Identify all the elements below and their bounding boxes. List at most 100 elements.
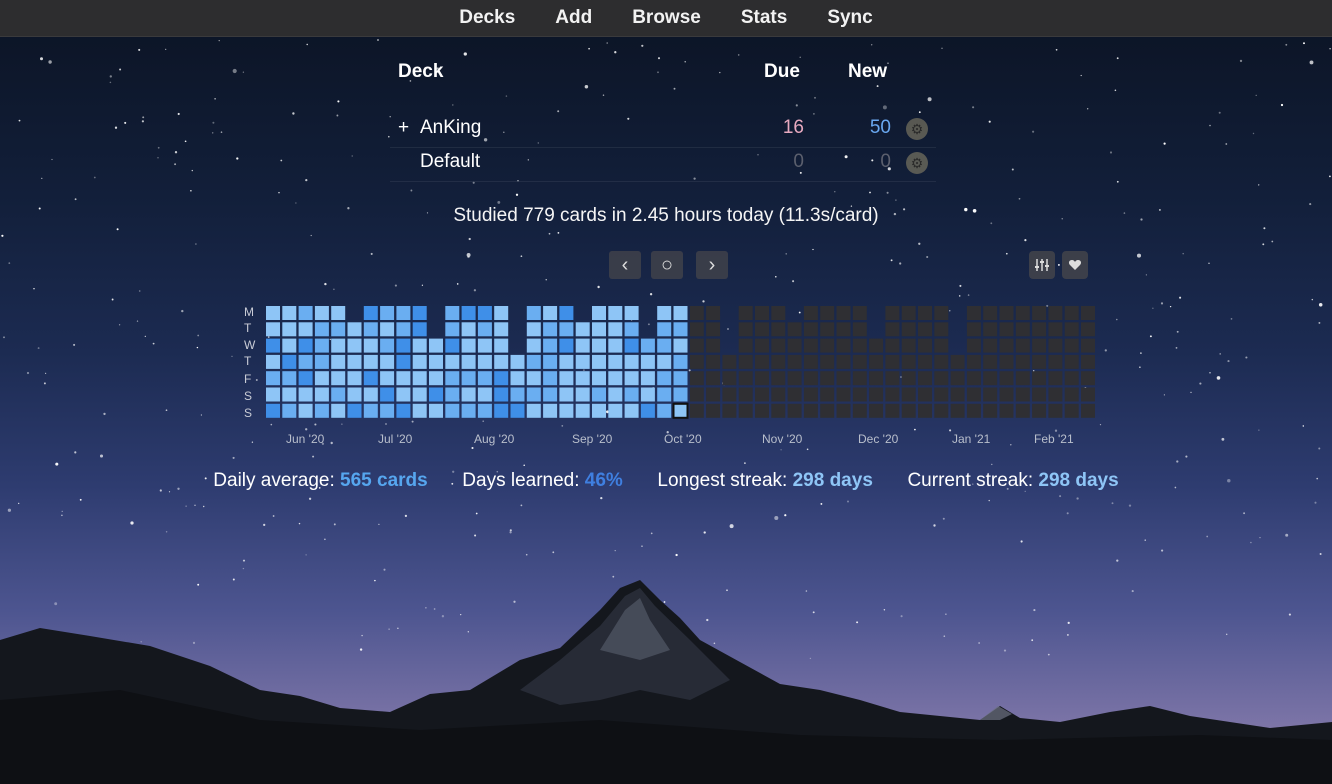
heatmap-day-future[interactable] [836,371,851,386]
heatmap-day-future[interactable] [738,322,753,337]
heatmap-day-future[interactable] [1081,403,1095,418]
heatmap-day-future[interactable] [934,403,949,418]
heatmap-day-future[interactable] [738,338,753,353]
heatmap-day-reviewed[interactable] [298,387,313,402]
heatmap-day-future[interactable] [787,354,802,369]
heatmap-day-reviewed[interactable] [575,338,590,353]
heatmap-day-future[interactable] [803,371,818,386]
heatmap-day-reviewed[interactable] [477,387,492,402]
heatmap-day-reviewed[interactable] [494,371,509,386]
heatmap-day-reviewed[interactable] [363,371,378,386]
heatmap-day-future[interactable] [787,403,802,418]
heatmap-day-future[interactable] [1064,371,1079,386]
heatmap-day-future[interactable] [706,371,721,386]
heatmap-day-reviewed[interactable] [494,338,509,353]
heatmap-day-reviewed[interactable] [526,322,541,337]
heatmap-day-reviewed[interactable] [396,338,411,353]
heatmap-day-reviewed[interactable] [282,354,297,369]
heatmap-day-reviewed[interactable] [347,371,362,386]
heatmap-day-future[interactable] [983,306,998,320]
heatmap-day-future[interactable] [885,387,900,402]
heatmap-day-reviewed[interactable] [640,403,655,418]
heatmap-day-reviewed[interactable] [657,306,672,320]
heatmap-day-future[interactable] [885,354,900,369]
heatmap-day-reviewed[interactable] [380,322,395,337]
heatmap-day-future[interactable] [869,354,884,369]
heatmap-day-reviewed[interactable] [673,338,688,353]
heatmap-day-reviewed[interactable] [640,354,655,369]
heatmap-day-future[interactable] [999,354,1014,369]
heatmap-day-future[interactable] [901,306,916,320]
heatmap-day-future[interactable] [1032,322,1047,337]
heatmap-day-reviewed[interactable] [347,322,362,337]
heatmap-day-future[interactable] [1081,322,1095,337]
heatmap-day-future[interactable] [918,387,932,402]
heatmap-day-reviewed[interactable] [331,338,346,353]
heatmap-day-reviewed[interactable] [314,403,329,418]
heatmap-day-reviewed[interactable] [526,371,541,386]
heatmap-day-reviewed[interactable] [640,371,655,386]
heatmap-day-future[interactable] [755,338,769,353]
heatmap-day-future[interactable] [934,338,949,353]
heatmap-day-future[interactable] [771,306,786,320]
heatmap-day-reviewed[interactable] [314,387,329,402]
heatmap-day-future[interactable] [901,387,916,402]
heatmap-day-reviewed[interactable] [396,322,411,337]
heatmap-day-future[interactable] [966,387,981,402]
heatmap-day-reviewed[interactable] [608,306,623,320]
heatmap-day-future[interactable] [706,338,721,353]
heatmap-day-future[interactable] [738,387,753,402]
heatmap-day-reviewed[interactable] [461,354,476,369]
toolbar-add[interactable]: Add [535,7,612,29]
heatmap-day-reviewed[interactable] [559,387,574,402]
heatmap-day-future[interactable] [934,371,949,386]
heatmap-day-future[interactable] [820,338,835,353]
heatmap-day-future[interactable] [966,338,981,353]
heatmap-day-future[interactable] [852,306,867,320]
heatmap-day-reviewed[interactable] [331,354,346,369]
heatmap-day-reviewed[interactable] [461,371,476,386]
heatmap-day-reviewed[interactable] [543,306,558,320]
heatmap-day-reviewed[interactable] [282,403,297,418]
heatmap-day-future[interactable] [836,322,851,337]
heatmap-day-future[interactable] [738,306,753,320]
heatmap-day-future[interactable] [966,354,981,369]
heatmap-day-reviewed[interactable] [543,403,558,418]
heatmap-day-future[interactable] [1081,354,1095,369]
heatmap-day-reviewed[interactable] [266,354,280,369]
heatmap-day-future[interactable] [901,371,916,386]
heatmap-day-future[interactable] [706,322,721,337]
heatmap-day-reviewed[interactable] [673,387,688,402]
heatmap-day-reviewed[interactable] [608,387,623,402]
heatmap-day-reviewed[interactable] [559,338,574,353]
heatmap-day-reviewed[interactable] [331,387,346,402]
heatmap-day-future[interactable] [836,387,851,402]
heatmap-day-reviewed[interactable] [494,306,509,320]
heatmap-day-future[interactable] [950,403,965,418]
heatmap-day-reviewed[interactable] [559,403,574,418]
heatmap-day-reviewed[interactable] [640,338,655,353]
heatmap-day-future[interactable] [918,322,932,337]
heatmap-day-future[interactable] [1048,306,1063,320]
heatmap-day-reviewed[interactable] [429,338,443,353]
toolbar-stats[interactable]: Stats [721,7,807,29]
heatmap-day-reviewed[interactable] [575,371,590,386]
heatmap-day-reviewed[interactable] [429,354,443,369]
heatmap-day-reviewed[interactable] [347,338,362,353]
heatmap-day-future[interactable] [722,371,737,386]
heatmap-day-future[interactable] [999,387,1014,402]
heatmap-day-future[interactable] [755,306,769,320]
heatmap-day-future[interactable] [755,387,769,402]
heatmap-day-future[interactable] [918,306,932,320]
heatmap-day-reviewed[interactable] [494,322,509,337]
heatmap-day-future[interactable] [803,306,818,320]
heatmap-day-future[interactable] [999,403,1014,418]
heatmap-day-future[interactable] [1032,403,1047,418]
heatmap-day-future[interactable] [836,403,851,418]
heatmap-day-future[interactable] [852,403,867,418]
heatmap-day-future[interactable] [885,322,900,337]
heatmap-day-reviewed[interactable] [412,387,427,402]
heatmap-day-reviewed[interactable] [314,354,329,369]
heatmap-day-reviewed[interactable] [592,371,606,386]
heatmap-day-future[interactable] [1048,354,1063,369]
